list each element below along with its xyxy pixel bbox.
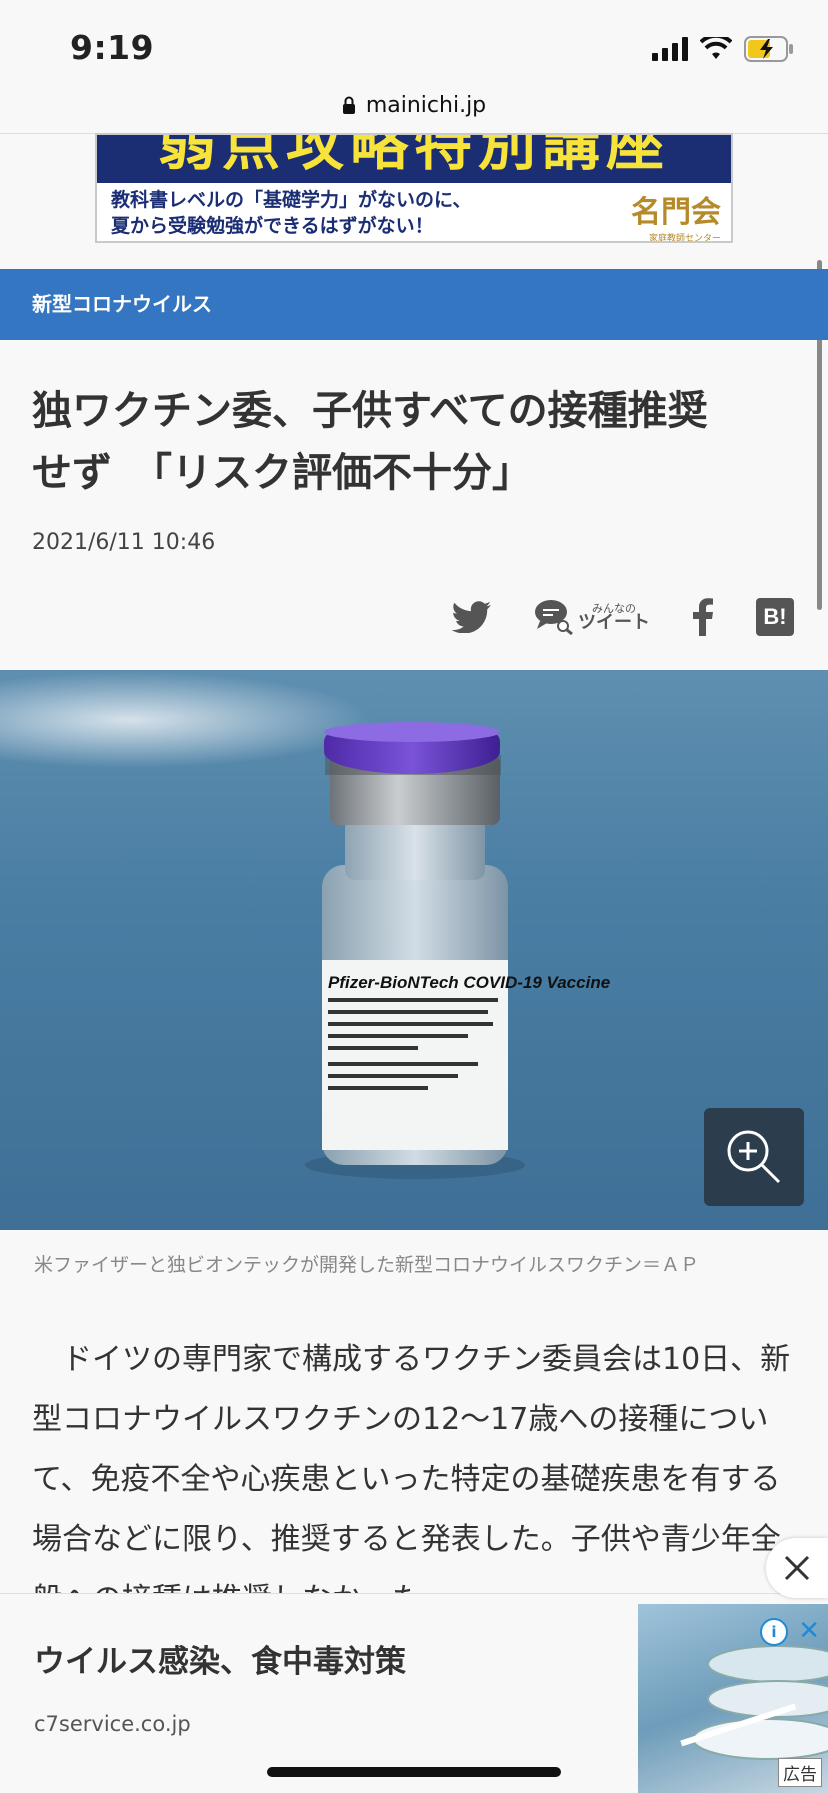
facebook-icon bbox=[693, 598, 713, 636]
lock-icon bbox=[342, 96, 355, 114]
status-time: 9:19 bbox=[70, 28, 155, 67]
cellular-signal-icon bbox=[652, 37, 688, 61]
hatena-bookmark-button[interactable]: B! bbox=[756, 598, 794, 636]
article-date: 2021/6/11 10:46 bbox=[32, 530, 216, 555]
article-headline: 独ワクチン委、子供すべての接種推奨 せず 「リスク評価不十分」 bbox=[32, 380, 792, 504]
headline-line-2: せず 「リスク評価不十分」 bbox=[32, 450, 532, 496]
bottom-ad-domain[interactable]: c7service.co.jp bbox=[34, 1712, 191, 1736]
headline-line-1: 独ワクチン委、子供すべての接種推奨 bbox=[32, 388, 708, 434]
url-text: mainichi.jp bbox=[365, 92, 487, 118]
category-bar[interactable]: 新型コロナウイルス bbox=[0, 269, 828, 340]
bottom-ad[interactable]: ウイルス感染、食中毒対策 c7service.co.jp i ✕ 広告 bbox=[0, 1593, 828, 1793]
address-bar[interactable]: mainichi.jp bbox=[0, 80, 828, 130]
bottom-ad-image[interactable]: i ✕ 広告 bbox=[638, 1604, 828, 1793]
minna-no-tweet-button[interactable]: みんなの ツイート bbox=[534, 599, 650, 635]
bottom-ad-title[interactable]: ウイルス感染、食中毒対策 bbox=[34, 1636, 406, 1681]
top-ad-line2: 夏から受験勉強ができるはずがない！ bbox=[111, 215, 434, 237]
top-banner-ad[interactable]: 弱点攻略特別講座 教科書レベルの「基礎学力」がないのに、 夏から受験勉強ができる… bbox=[95, 133, 733, 243]
photo-caption: 米ファイザーと独ビオンテックが開発した新型コロナウイルスワクチン＝ＡＰ bbox=[34, 1254, 700, 1276]
battery-charging-icon bbox=[744, 36, 793, 62]
twitter-icon bbox=[452, 601, 491, 633]
ad-info-icon[interactable]: i bbox=[760, 1618, 788, 1646]
top-ad-brand-sub: 家庭教師センター bbox=[648, 234, 721, 243]
zoom-in-icon bbox=[727, 1130, 781, 1184]
category-label[interactable]: 新型コロナウイルス bbox=[32, 269, 212, 340]
top-ad-brand: 名門会 bbox=[631, 195, 721, 230]
home-indicator[interactable] bbox=[267, 1767, 561, 1777]
close-icon bbox=[784, 1555, 810, 1581]
facebook-share-button[interactable] bbox=[692, 598, 714, 636]
twitter-share-button[interactable] bbox=[452, 601, 492, 633]
wifi-icon bbox=[700, 37, 732, 59]
status-icons bbox=[652, 34, 794, 64]
top-ad-copy: 教科書レベルの「基礎学力」がないのに、 夏から受験勉強ができるはずがない！ bbox=[111, 187, 471, 239]
top-ad-line1: 教科書レベルの「基礎学力」がないのに、 bbox=[111, 189, 472, 211]
top-ad-headline: 弱点攻略特別講座 bbox=[97, 135, 731, 183]
speech-search-icon bbox=[535, 600, 573, 635]
article-body: ドイツの専門家で構成するワクチン委員会は10日、新型コロナウイルスワクチンの12… bbox=[32, 1342, 791, 1617]
minna-no-tweet-label: みんなの ツイート bbox=[578, 603, 650, 632]
ad-choices-close-icon[interactable]: ✕ bbox=[798, 1616, 820, 1646]
close-ad-button[interactable] bbox=[766, 1538, 828, 1598]
photo-zoom-button[interactable] bbox=[704, 1108, 804, 1206]
vial-label-text: Pfizer-BioNTech COVID-19 Vaccine bbox=[328, 973, 610, 992]
status-bar: 9:19 mainichi.jp bbox=[0, 0, 828, 118]
ad-label: 広告 bbox=[778, 1758, 822, 1787]
tweet-label: ツイート bbox=[578, 611, 650, 633]
hatena-icon: B! bbox=[756, 598, 794, 636]
share-buttons: みんなの ツイート B! bbox=[452, 592, 794, 642]
top-ad-brand-logo: 名門会 家庭教師センター bbox=[631, 187, 721, 243]
hatena-label: B! bbox=[763, 604, 787, 629]
